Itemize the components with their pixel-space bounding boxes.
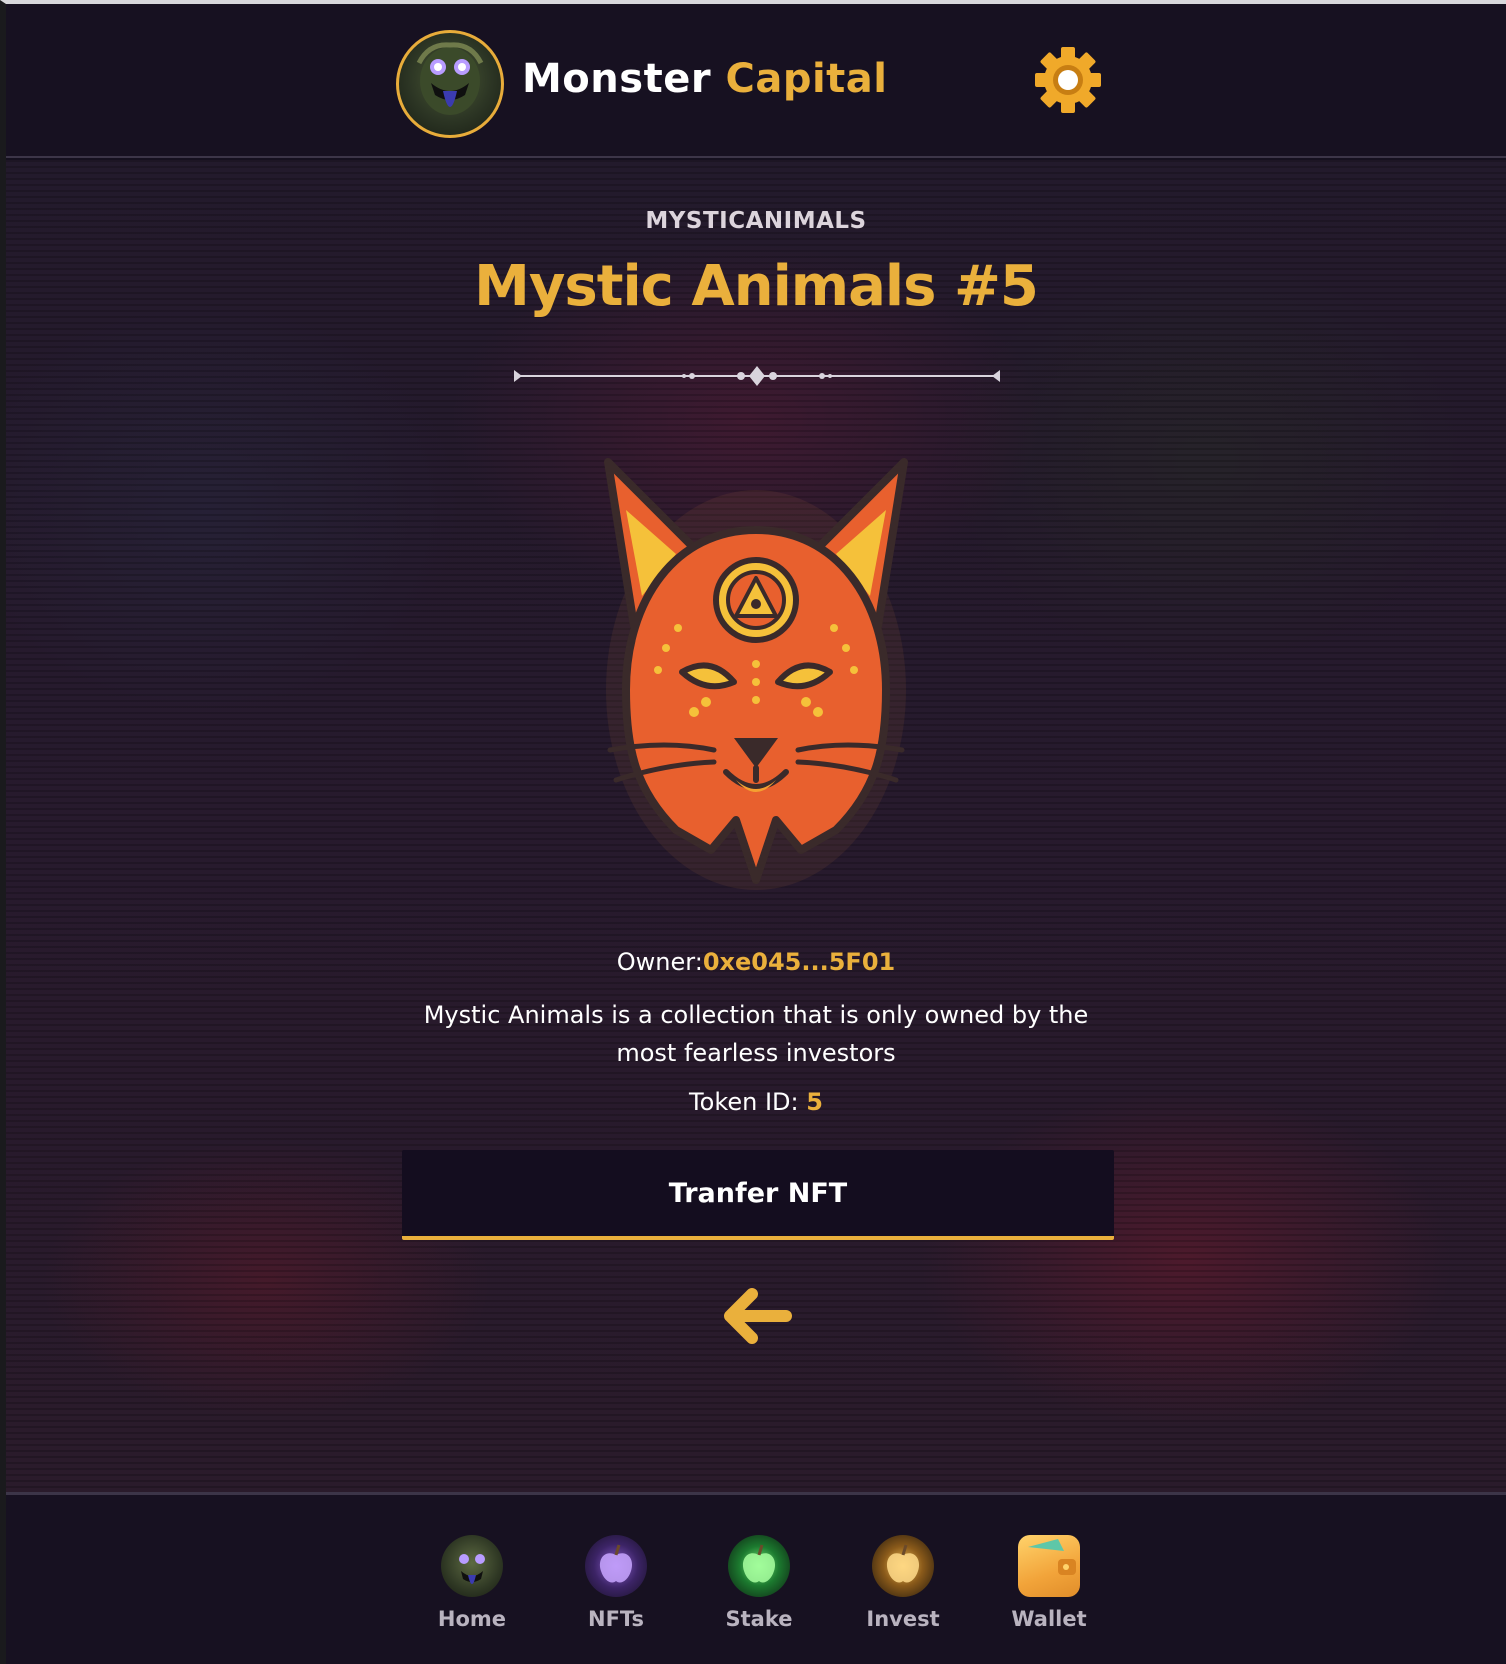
nav-item-stake[interactable]: Stake	[699, 1535, 819, 1645]
app-header: Monster Capital	[6, 4, 1506, 158]
monster-avatar-icon[interactable]	[396, 30, 504, 138]
gear-icon[interactable]	[1032, 44, 1104, 116]
gold-apple-icon	[872, 1535, 934, 1597]
nft-detail: MYSTICANIMALS Mystic Animals #5 Owner:0x…	[6, 160, 1506, 1492]
token-id-line: Token ID: 5	[6, 1088, 1506, 1116]
nav-item-home[interactable]: Home	[412, 1535, 532, 1645]
brand-name: Monster Capital	[522, 56, 888, 102]
arrow-left-icon[interactable]	[722, 1288, 794, 1344]
nav-label: Invest	[866, 1607, 940, 1631]
nft-title: Mystic Animals #5	[474, 254, 1039, 319]
nav-label: Wallet	[1011, 1607, 1087, 1631]
nav-label: Home	[437, 1607, 507, 1631]
monster-home-icon	[441, 1535, 503, 1597]
bottom-nav: Home NFTs Stake Invest Wallet	[6, 1492, 1506, 1664]
nav-label: Stake	[725, 1607, 793, 1631]
owner-address[interactable]: 0xe045...5F01	[703, 948, 895, 976]
nav-item-wallet[interactable]: Wallet	[989, 1535, 1109, 1645]
nav-item-nfts[interactable]: NFTs	[556, 1535, 676, 1645]
transfer-nft-button[interactable]: Tranfer NFT	[402, 1150, 1114, 1240]
nav-label: NFTs	[588, 1607, 644, 1631]
green-apple-icon	[728, 1535, 790, 1597]
brand-name-first: Monster	[522, 56, 712, 102]
token-id-label: Token ID:	[689, 1088, 799, 1116]
collection-label: MYSTICANIMALS	[645, 208, 867, 234]
wallet-icon	[1018, 1535, 1080, 1597]
nft-description: Mystic Animals is a collection that is o…	[423, 1001, 1089, 1067]
brand-name-second: Capital	[725, 56, 888, 102]
token-id-value: 5	[806, 1088, 823, 1116]
page: Monster Capital MYSTICANIMALS Mystic Ani…	[0, 0, 1506, 1664]
purple-apple-icon	[585, 1535, 647, 1597]
nav-item-invest[interactable]: Invest	[843, 1535, 963, 1645]
ornament-divider	[514, 366, 1000, 386]
lynx-mystic-icon	[604, 458, 908, 890]
owner-label: Owner:	[616, 948, 703, 976]
owner-line: Owner:0xe045...5F01	[6, 948, 1506, 976]
